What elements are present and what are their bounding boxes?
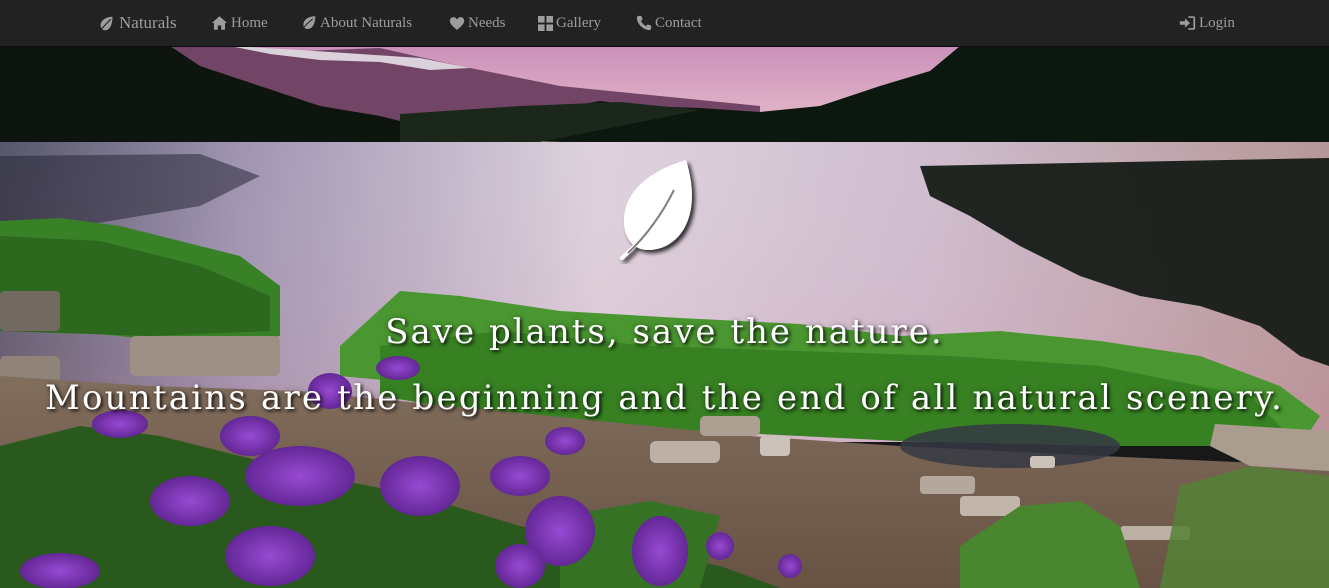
- nav-needs-label: Needs: [468, 14, 506, 31]
- hero-tagline-primary: Save plants, save the nature.: [385, 312, 944, 352]
- nav-home-link[interactable]: Home: [211, 0, 268, 46]
- login-icon: [1179, 15, 1196, 31]
- hero-tagline-secondary: Mountains are the beginning and the end …: [44, 378, 1285, 418]
- nav-gallery-link[interactable]: Gallery: [538, 0, 601, 46]
- hero-leaf-icon: [618, 158, 710, 264]
- nav-login-link[interactable]: Login: [1179, 0, 1235, 46]
- nav-login-label: Login: [1199, 14, 1235, 31]
- heart-icon: [449, 16, 465, 31]
- nav-gallery-label: Gallery: [556, 14, 601, 31]
- page: Naturals Home About Naturals Needs Galle…: [0, 0, 1329, 588]
- nav-about-link[interactable]: About Naturals: [300, 0, 412, 46]
- top-navbar: Naturals Home About Naturals Needs Galle…: [0, 0, 1329, 47]
- brand-label: Naturals: [119, 13, 177, 32]
- nav-needs-link[interactable]: Needs: [449, 0, 506, 46]
- leaf-icon: [98, 15, 115, 32]
- nav-contact-link[interactable]: Contact: [636, 0, 702, 46]
- grid-icon: [538, 15, 553, 31]
- nav-about-label: About Naturals: [320, 14, 413, 31]
- leaf-icon: [300, 15, 317, 31]
- phone-icon: [636, 15, 652, 31]
- nav-home-label: Home: [231, 14, 268, 31]
- home-icon: [211, 15, 228, 31]
- nav-contact-label: Contact: [655, 14, 702, 31]
- hero-banner: Save plants, save the nature. Mountains …: [0, 46, 1329, 588]
- navbar-brand[interactable]: Naturals: [98, 0, 177, 46]
